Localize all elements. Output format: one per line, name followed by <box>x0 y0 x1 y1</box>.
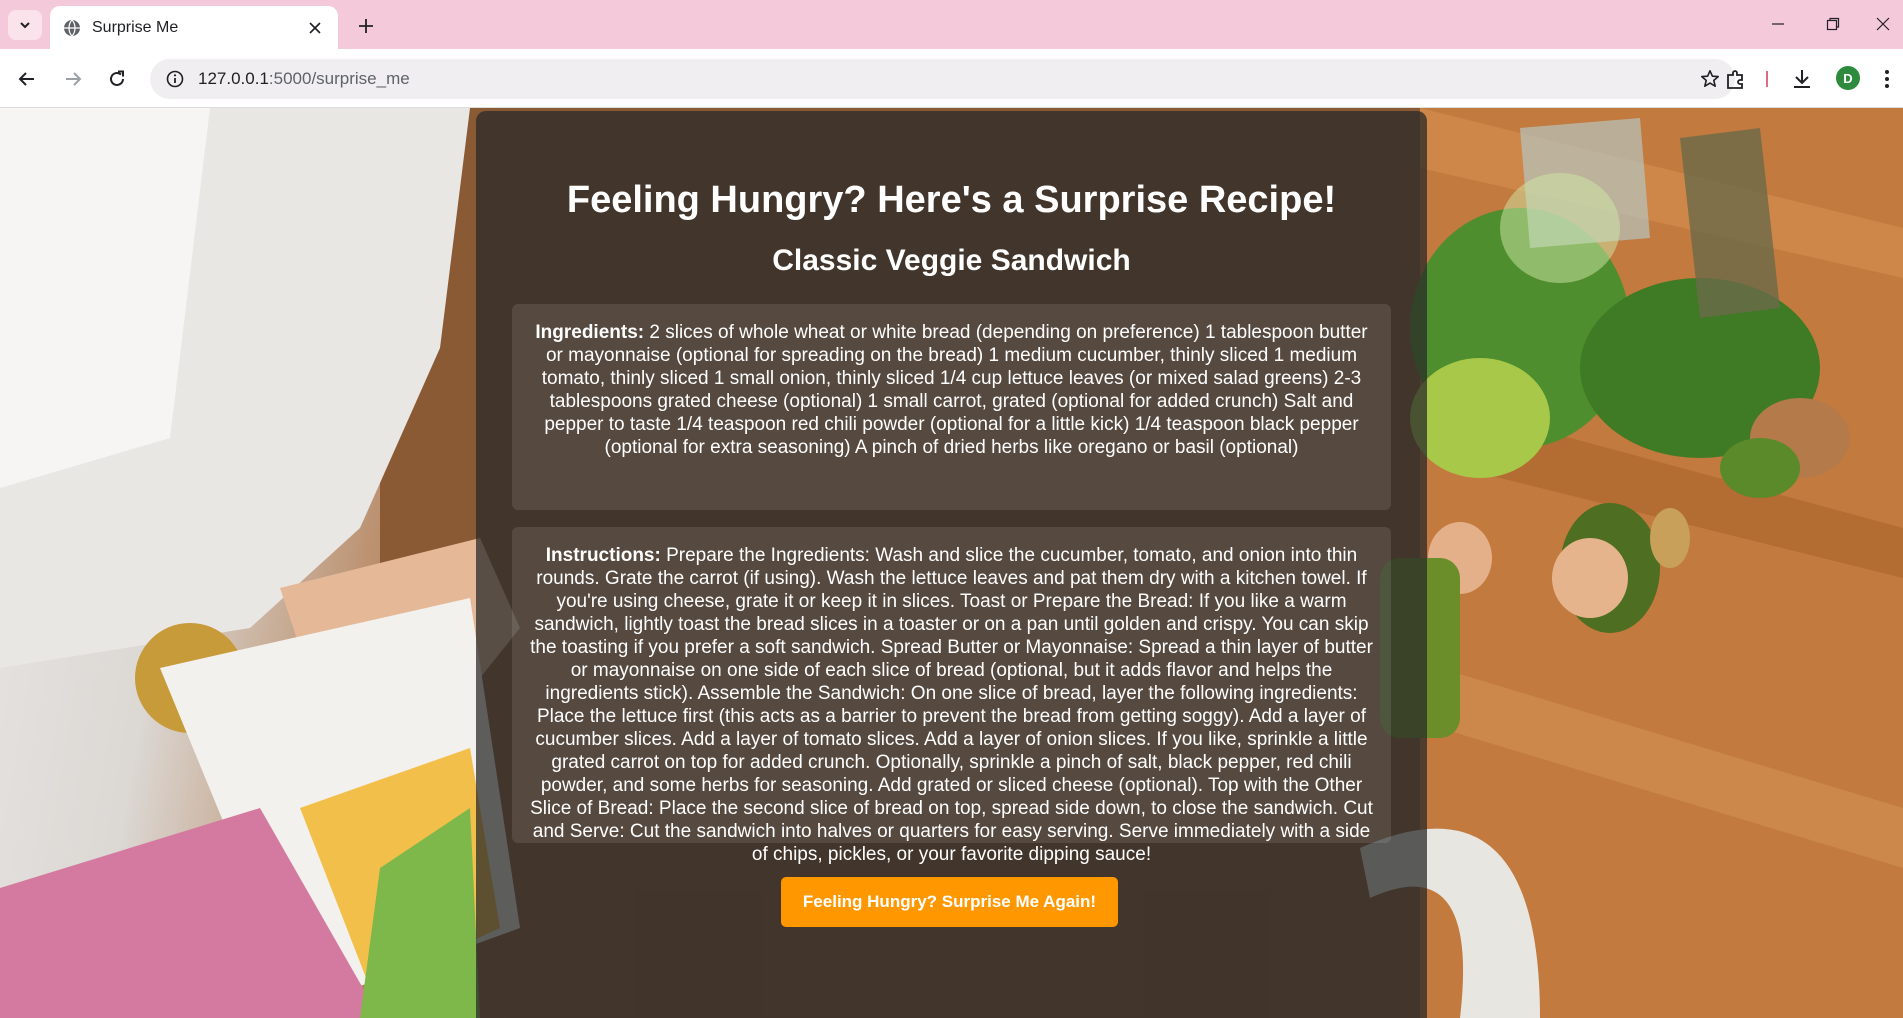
page-viewport: Feeling Hungry? Here's a Surprise Recipe… <box>0 108 1903 1018</box>
instructions-label: Instructions: <box>545 545 661 566</box>
more-menu-icon[interactable] <box>1877 63 1897 95</box>
tab-title: Surprise Me <box>92 18 179 36</box>
instructions-text: Prepare the Ingredients: Wash and slice … <box>530 545 1373 865</box>
ingredients-text: 2 slices of whole wheat or white bread (… <box>541 322 1368 458</box>
address-bar[interactable]: 127.0.0.1:5000/surprise_me <box>150 59 1735 99</box>
download-icon[interactable] <box>1786 63 1818 95</box>
back-icon[interactable] <box>11 63 43 95</box>
reload-icon[interactable] <box>101 63 133 95</box>
extensions-icon[interactable] <box>1720 63 1752 95</box>
close-icon[interactable] <box>304 17 326 39</box>
forward-icon[interactable] <box>57 63 89 95</box>
recipe-name: Classic Veggie Sandwich <box>772 244 1131 277</box>
ingredients-label: Ingredients: <box>535 322 645 343</box>
minimize-icon[interactable] <box>1758 10 1798 38</box>
ingredients-panel: Ingredients: 2 slices of whole wheat or … <box>512 304 1391 510</box>
toolbar-divider <box>1766 71 1768 87</box>
surprise-me-again-button[interactable]: Feeling Hungry? Surprise Me Again! <box>781 877 1118 927</box>
instructions-panel: Instructions: Prepare the Ingredients: W… <box>512 527 1391 865</box>
star-icon[interactable] <box>1699 68 1721 90</box>
active-tab[interactable]: Surprise Me <box>50 6 338 49</box>
restore-icon[interactable] <box>1813 10 1853 38</box>
url-host: 127.0.0.1 <box>198 69 269 88</box>
page-title: Feeling Hungry? Here's a Surprise Recipe… <box>566 179 1337 221</box>
globe-icon <box>62 18 82 38</box>
recipe-card: Feeling Hungry? Here's a Surprise Recipe… <box>476 111 1427 1018</box>
url-path: :5000/surprise_me <box>268 69 410 88</box>
tab-strip: Surprise Me <box>0 0 1903 49</box>
profile-avatar[interactable]: D <box>1836 66 1860 90</box>
site-info-icon[interactable] <box>164 68 186 90</box>
window-close-icon[interactable] <box>1863 10 1903 38</box>
browser-toolbar: 127.0.0.1:5000/surprise_me D <box>0 49 1903 108</box>
plus-icon[interactable] <box>352 12 380 40</box>
tab-list-icon[interactable] <box>8 10 42 40</box>
